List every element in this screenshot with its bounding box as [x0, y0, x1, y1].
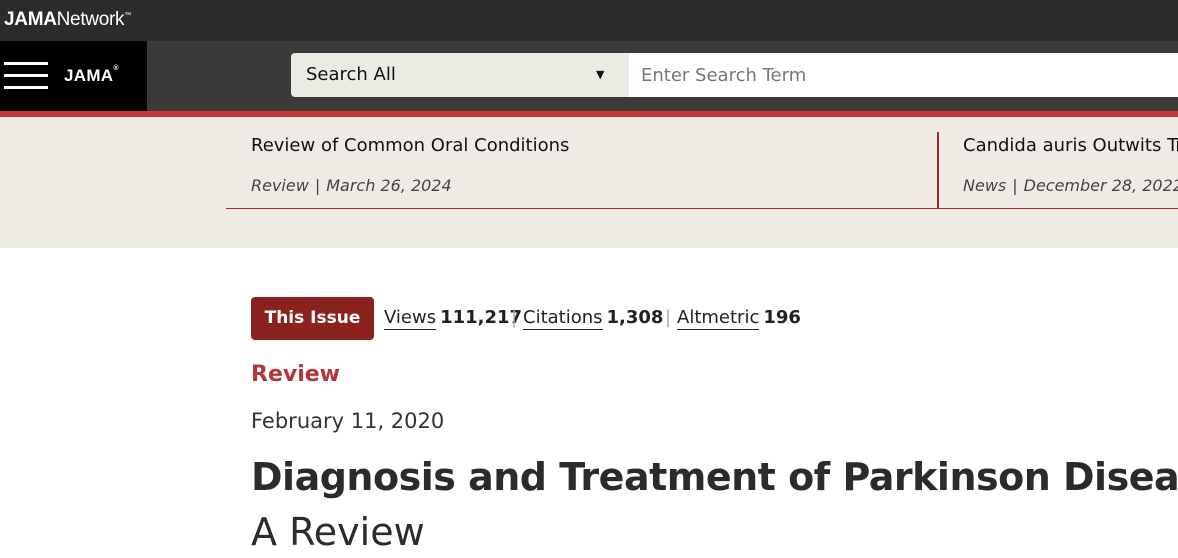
article-date: February 11, 2020: [251, 409, 445, 433]
featured-article-date: December 28, 2022: [1023, 176, 1178, 195]
featured-article-card[interactable]: Review of Common Oral Conditions Review |…: [251, 135, 569, 195]
featured-article-date: March 26, 2024: [326, 176, 452, 195]
jama-logo-text: JAMA: [64, 66, 114, 85]
stat-separator: |: [511, 307, 518, 328]
views-stat[interactable]: Views 111,217: [384, 307, 523, 330]
featured-divider: [937, 132, 939, 209]
citations-label: Citations: [523, 307, 603, 330]
search-scope-select[interactable]: Search All ▼: [291, 53, 629, 97]
featured-underline: [226, 208, 1178, 209]
search-scope-label: Search All: [306, 64, 396, 85]
article-title: Diagnosis and Treatment of Parkinson Dis…: [251, 455, 1178, 499]
featured-article-card[interactable]: Candida auris Outwits Tr News | December 2…: [963, 135, 1178, 195]
jama-logo-mark: ®: [113, 65, 119, 72]
brand-box: JAMA®: [0, 41, 147, 111]
meta-separator: |: [314, 176, 321, 195]
jama-logo[interactable]: JAMA®: [64, 65, 119, 86]
network-logo-rest: Network: [56, 9, 125, 30]
featured-article-type: News: [963, 176, 1007, 195]
jama-network-logo[interactable]: JAMANetwork™: [4, 9, 131, 31]
network-logo-mark: ™: [124, 12, 131, 19]
hamburger-menu-icon[interactable]: [4, 62, 48, 92]
search-input[interactable]: [629, 53, 1178, 97]
this-issue-button[interactable]: This Issue: [251, 297, 374, 340]
citations-stat[interactable]: Citations 1,308: [523, 307, 664, 330]
views-value: 111,217: [440, 307, 523, 328]
caret-down-icon: ▼: [596, 68, 605, 81]
network-logo-bold: JAMA: [4, 9, 57, 30]
altmetric-stat[interactable]: Altmetric 196: [677, 307, 801, 330]
featured-article-meta: News | December 28, 2022: [963, 176, 1178, 195]
featured-article-type: Review: [251, 176, 309, 195]
featured-articles-strip: Review of Common Oral Conditions Review |…: [0, 117, 1178, 248]
article-subtitle: A Review: [251, 510, 425, 554]
article-type-label[interactable]: Review: [251, 362, 340, 387]
network-bar: JAMANetwork™: [0, 0, 1178, 41]
featured-article-title[interactable]: Candida auris Outwits Tr: [963, 135, 1178, 156]
stat-separator: |: [665, 307, 672, 328]
featured-article-title[interactable]: Review of Common Oral Conditions: [251, 135, 569, 156]
views-label: Views: [384, 307, 437, 330]
citations-value: 1,308: [606, 307, 664, 328]
meta-separator: |: [1012, 176, 1018, 195]
main-header: JAMA® Search All ▼: [0, 41, 1178, 111]
altmetric-label: Altmetric: [677, 307, 760, 330]
altmetric-value: 196: [763, 307, 801, 328]
featured-article-meta: Review | March 26, 2024: [251, 176, 569, 195]
